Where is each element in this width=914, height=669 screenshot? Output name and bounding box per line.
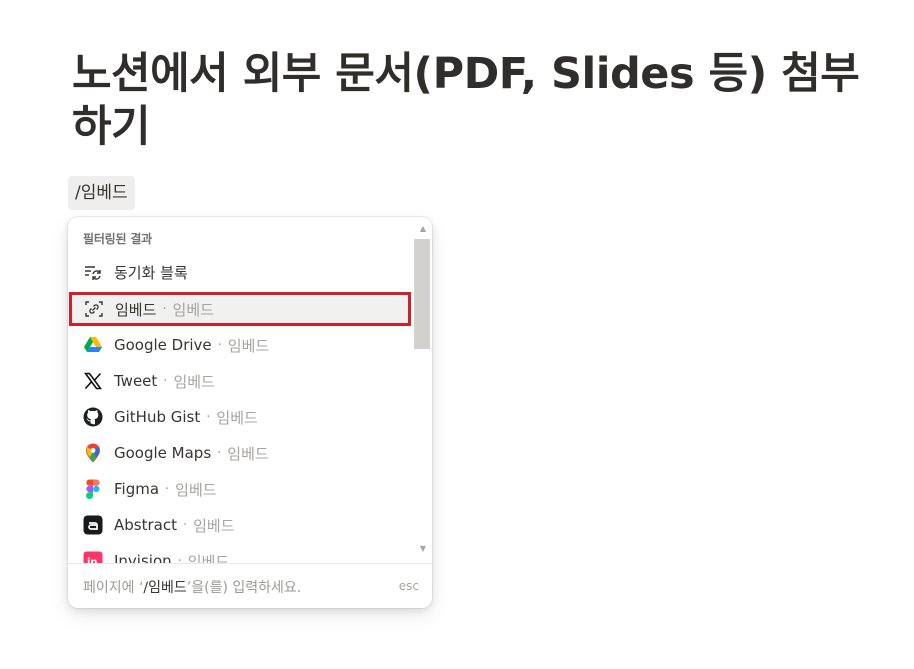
footer-hint-keyword: /임베드 <box>143 580 187 596</box>
google-drive-icon <box>83 335 103 355</box>
slash-command-query[interactable]: /임베드 <box>68 176 135 210</box>
x-logo-icon <box>83 371 103 391</box>
menu-footer: 페이지에 ‘/임베드’을(를) 입력하세요. esc <box>68 563 432 608</box>
menu-item-category: 임베드 <box>216 408 258 427</box>
menu-item-category: 임베드 <box>227 444 269 463</box>
menu-item-embed[interactable]: 임베드 · 임베드 <box>69 292 411 326</box>
menu-item-invision[interactable]: in Invision · 임베드 <box>68 543 414 563</box>
menu-item-figma[interactable]: Figma · 임베드 <box>68 471 414 507</box>
separator-dot: · <box>217 337 222 353</box>
esc-hint[interactable]: esc <box>399 579 419 593</box>
section-label: 필터링된 결과 <box>83 232 153 246</box>
scroll-down-arrow-icon[interactable]: ▼ <box>418 544 428 554</box>
menu-item-label: Google Drive <box>114 336 212 354</box>
separator-dot: · <box>165 481 170 497</box>
google-maps-icon <box>83 443 103 463</box>
slash-command-menu: 필터링된 결과 동기화 블록 임베드 · 임베드 Google Drive · … <box>68 217 432 608</box>
page-title: 노션에서 외부 문서(PDF, Slides 등) 첨부하기 <box>72 49 860 152</box>
separator-dot: · <box>163 373 168 389</box>
menu-item-category: 임베드 <box>187 552 230 564</box>
menu-item-label: Invision <box>114 552 172 563</box>
menu-item-sync-block[interactable]: 동기화 블록 <box>68 254 414 290</box>
menu-item-category: 임베드 <box>175 480 217 499</box>
separator-dot: · <box>162 301 167 317</box>
footer-hint-prefix: 페이지에 ‘ <box>83 580 144 596</box>
separator-dot: · <box>182 517 188 533</box>
menu-item-category: 임베드 <box>173 372 215 391</box>
scrollbar-thumb[interactable] <box>414 239 430 349</box>
figma-icon <box>83 479 103 499</box>
menu-item-tweet[interactable]: Tweet · 임베드 <box>68 363 414 399</box>
menu-item-google-maps[interactable]: Google Maps · 임베드 <box>68 435 414 471</box>
menu-item-abstract[interactable]: Abstract · 임베드 <box>68 507 414 543</box>
footer-hint: 페이지에 ‘/임베드’을(를) 입력하세요. <box>83 577 301 597</box>
separator-dot: · <box>177 553 182 564</box>
menu-item-label: GitHub Gist <box>114 408 201 426</box>
sync-block-icon <box>83 262 103 282</box>
menu-list[interactable]: 필터링된 결과 동기화 블록 임베드 · 임베드 Google Drive · … <box>68 217 414 563</box>
scroll-up-arrow-icon[interactable]: ▲ <box>418 224 428 234</box>
menu-item-github-gist[interactable]: GitHub Gist · 임베드 <box>68 399 414 435</box>
separator-dot: · <box>217 445 222 461</box>
separator-dot: · <box>206 409 211 425</box>
menu-item-label: Figma <box>114 480 160 498</box>
menu-item-label: Abstract <box>114 516 177 534</box>
menu-item-label: Google Maps <box>114 444 212 462</box>
abstract-icon <box>83 515 103 535</box>
footer-hint-suffix: ’을(를) 입력하세요. <box>186 580 302 596</box>
menu-item-category: 임베드 <box>193 516 235 535</box>
menu-item-label: 동기화 블록 <box>114 263 188 282</box>
menu-item-label: 임베드 <box>115 300 157 319</box>
menu-item-label: Tweet <box>114 372 158 390</box>
invision-icon: in <box>83 551 103 563</box>
embed-icon <box>84 299 104 319</box>
menu-item-category: 임베드 <box>227 336 270 355</box>
menu-item-category: 임베드 <box>172 300 214 319</box>
menu-item-google-drive[interactable]: Google Drive · 임베드 <box>68 327 414 363</box>
github-icon <box>83 407 103 427</box>
